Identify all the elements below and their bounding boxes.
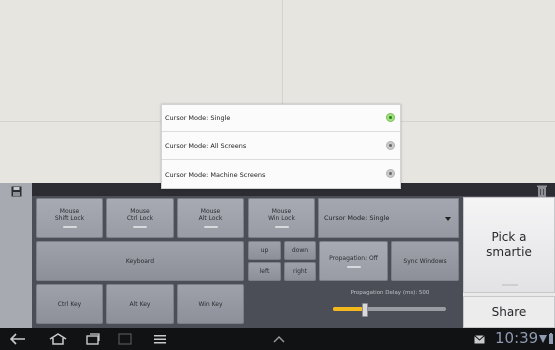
propagation-label: Propagation: Off bbox=[329, 254, 378, 262]
pick-a-smartie-button[interactable]: Pick a smartie bbox=[463, 197, 555, 293]
propagation-indicator bbox=[346, 265, 361, 268]
arrow-down-button[interactable]: down bbox=[284, 241, 316, 260]
cursor-mode-popup: Cursor Mode: Single Cursor Mode: All Scr… bbox=[161, 104, 401, 189]
sync-windows-button[interactable]: Sync Windows bbox=[391, 241, 459, 281]
cursor-mode-option-single[interactable]: Cursor Mode: Single bbox=[162, 105, 400, 132]
cursor-mode-dropdown[interactable]: Cursor Mode: Single bbox=[318, 198, 459, 238]
radio-unselected-icon[interactable] bbox=[386, 169, 395, 178]
left-tool-column bbox=[0, 183, 32, 328]
cursor-mode-value: Cursor Mode: Single bbox=[324, 214, 390, 222]
mouse-alt-lock-button[interactable]: Mouse Alt Lock bbox=[177, 198, 244, 238]
lock-indicator bbox=[62, 226, 77, 228]
home-icon[interactable] bbox=[49, 333, 67, 345]
arrow-right-button[interactable]: right bbox=[284, 262, 316, 281]
propagation-delay-label: Propagation Delay (ms): 500 bbox=[350, 290, 430, 296]
alt-key-button[interactable]: Alt Key bbox=[106, 284, 174, 324]
button-label: Mouse bbox=[271, 208, 292, 215]
pick-indicator bbox=[502, 284, 518, 286]
arrow-left-label: left bbox=[259, 268, 270, 275]
lock-indicator bbox=[133, 226, 147, 228]
button-label: Shift Lock bbox=[54, 215, 85, 222]
arrow-up-label: up bbox=[260, 247, 269, 254]
mouse-win-lock-button[interactable]: Mouse Win Lock bbox=[248, 198, 315, 238]
mouse-ctrl-lock-button[interactable]: Mouse Ctrl Lock bbox=[106, 198, 174, 238]
alt-key-label: Alt Key bbox=[129, 300, 151, 308]
radio-selected-icon[interactable] bbox=[386, 113, 395, 122]
button-label: Ctrl Lock bbox=[126, 215, 154, 222]
lock-indicator bbox=[274, 226, 289, 228]
share-label: Share bbox=[491, 305, 527, 319]
battery-icon bbox=[549, 333, 553, 344]
win-key-label: Win Key bbox=[198, 300, 223, 308]
system-navigation-bar: 10:39 bbox=[0, 328, 555, 350]
lock-indicator bbox=[203, 226, 218, 228]
ctrl-key-button[interactable]: Ctrl Key bbox=[36, 284, 103, 324]
button-label: Alt Lock bbox=[198, 215, 223, 222]
pick-label-line1: Pick a bbox=[491, 230, 527, 244]
option-label: Cursor Mode: Single bbox=[165, 114, 231, 122]
sync-windows-label: Sync Windows bbox=[403, 257, 447, 265]
slider-thumb[interactable] bbox=[362, 303, 368, 317]
menu-icon[interactable] bbox=[153, 333, 167, 345]
trash-icon[interactable] bbox=[537, 185, 547, 197]
save-icon[interactable] bbox=[11, 186, 22, 197]
wifi-icon bbox=[539, 335, 547, 343]
option-label: Cursor Mode: Machine Screens bbox=[165, 170, 266, 179]
win-key-button[interactable]: Win Key bbox=[177, 284, 244, 324]
radio-unselected-icon[interactable] bbox=[386, 141, 395, 150]
button-label: Mouse bbox=[130, 208, 150, 215]
dropdown-arrow-icon bbox=[445, 217, 451, 221]
mouse-shift-lock-button[interactable]: Mouse Shift Lock bbox=[36, 198, 103, 238]
keyboard-label: Keyboard bbox=[125, 257, 155, 265]
ctrl-key-label: Ctrl Key bbox=[57, 300, 82, 308]
mail-icon bbox=[474, 335, 485, 344]
recent-apps-icon[interactable] bbox=[86, 333, 100, 345]
arrow-up-button[interactable]: up bbox=[248, 241, 281, 260]
button-label: Mouse bbox=[200, 208, 221, 215]
keyboard-button[interactable]: Keyboard bbox=[36, 241, 244, 281]
cursor-mode-option-machine-screens[interactable]: Cursor Mode: Machine Screens bbox=[162, 161, 400, 188]
option-label: Cursor Mode: All Screens bbox=[165, 142, 247, 150]
screenshot-icon[interactable] bbox=[118, 333, 132, 345]
cursor-mode-option-all-screens[interactable]: Cursor Mode: All Screens bbox=[162, 133, 400, 160]
arrow-right-label: right bbox=[292, 268, 308, 275]
pick-label-line2: smartie bbox=[486, 245, 532, 259]
back-icon[interactable] bbox=[10, 333, 26, 345]
slider-fill bbox=[333, 307, 364, 311]
arrow-down-label: down bbox=[291, 247, 309, 254]
button-label: Win Lock bbox=[268, 215, 295, 222]
clock: 10:39 bbox=[495, 329, 539, 347]
propagation-toggle-button[interactable]: Propagation: Off bbox=[319, 241, 388, 281]
chevron-up-icon[interactable] bbox=[273, 336, 285, 343]
button-label: Mouse bbox=[59, 208, 80, 215]
arrow-left-button[interactable]: left bbox=[248, 262, 281, 281]
share-button[interactable]: Share bbox=[463, 296, 555, 328]
propagation-delay-slider[interactable] bbox=[333, 303, 446, 317]
